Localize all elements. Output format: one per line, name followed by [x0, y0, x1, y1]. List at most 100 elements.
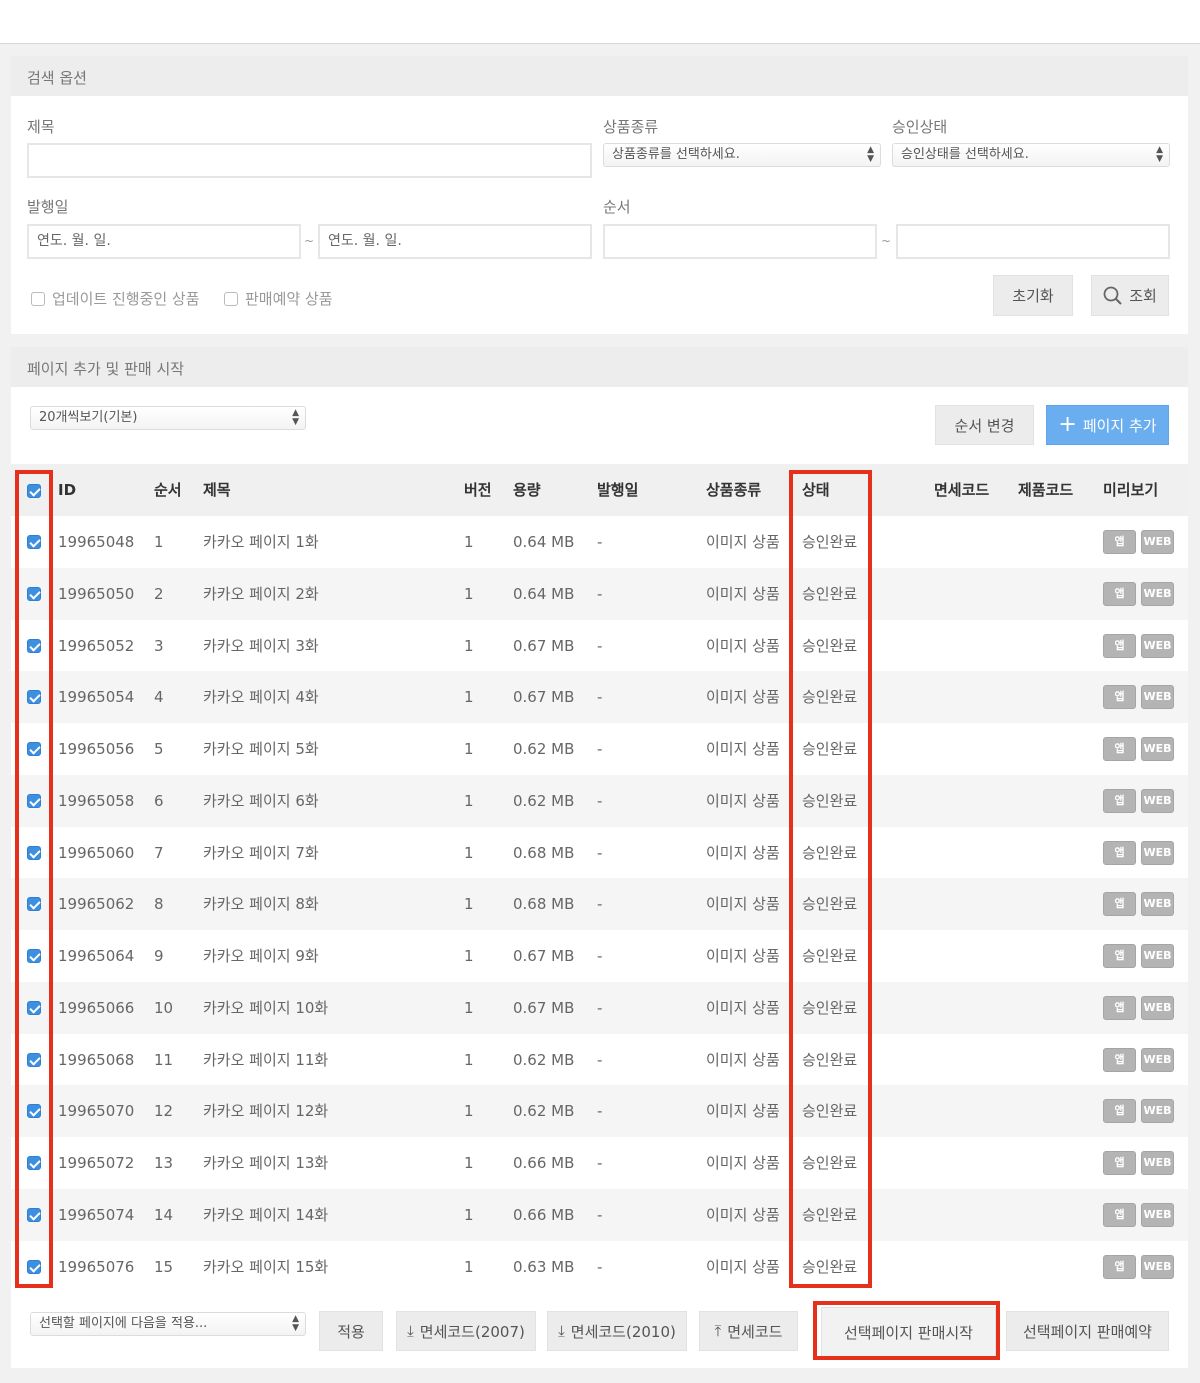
duty-code-2010-button[interactable]: ⤓ 면세코드(2010) [547, 1311, 687, 1351]
duty-code-2007-button[interactable]: ⤓ 면세코드(2007) [396, 1311, 536, 1351]
table-row[interactable]: 19965050 2 카카오 페이지 2화 1 0.64 MB - 이미지 상품 승인완료 앱 W… [11, 567, 1188, 620]
preview-app-button[interactable]: 앱 [1103, 1202, 1136, 1227]
search-button[interactable]: 조회 [1091, 275, 1169, 316]
duty-code-upload-button[interactable]: ⤒ 면세코드 [699, 1311, 798, 1351]
cell-order: 1 [154, 533, 164, 551]
preview-web-button[interactable]: WEB [1141, 995, 1174, 1020]
apply-button[interactable]: 적용 [319, 1311, 383, 1351]
duty-code-2010-label: 면세코드(2010) [570, 1322, 676, 1341]
cell-title[interactable]: 카카오 페이지 4화 [203, 671, 319, 723]
preview-web-button[interactable]: WEB [1141, 1047, 1174, 1072]
cell-version: 1 [464, 843, 474, 862]
preview-app-button[interactable]: 앱 [1103, 788, 1136, 813]
table-row[interactable]: 19965058 6 카카오 페이지 6화 1 0.62 MB - 이미지 상품 승인완료 앱 W… [11, 774, 1188, 827]
preview-app-button[interactable]: 앱 [1103, 892, 1136, 917]
preview-web-button[interactable]: WEB [1141, 1099, 1174, 1124]
preview-app-button[interactable]: 앱 [1103, 1047, 1136, 1072]
cell-title[interactable]: 카카오 페이지 6화 [203, 775, 319, 827]
cell-size: 0.67 MB [513, 688, 575, 707]
per-page-select[interactable]: 20개씩보기(기본) ▲ ▼ [30, 406, 306, 430]
reserved-products-option[interactable]: 판매예약 상품 [224, 288, 333, 309]
preview-app-button[interactable]: 앱 [1103, 1151, 1136, 1175]
cell-pubdate: - [597, 688, 603, 707]
table-row[interactable]: 19965048 1 카카오 페이지 1화 1 0.64 MB - 이미지 상품 승인완료 앱 W… [11, 516, 1188, 568]
product-type-select[interactable]: 상품종류를 선택하세요. ▲ ▼ [603, 143, 881, 167]
cell-title[interactable]: 카카오 페이지 10화 [203, 982, 328, 1034]
pubdate-end-input[interactable]: 연도. 월. 일. [318, 224, 592, 259]
reset-button[interactable]: 초기화 [993, 275, 1073, 316]
table-row[interactable]: 19965074 14 카카오 페이지 14화 1 0.66 MB - 이미지 상품 승인완료… [11, 1188, 1188, 1241]
table-row[interactable]: 19965066 10 카카오 페이지 10화 1 0.67 MB - 이미지 상품 승인완료… [11, 981, 1188, 1034]
header-version[interactable]: 버전 [464, 464, 492, 516]
preview-web-button[interactable]: WEB [1141, 892, 1174, 917]
preview-app-button[interactable]: 앱 [1103, 944, 1136, 968]
cell-title[interactable]: 카카오 페이지 14화 [203, 1189, 328, 1241]
preview-app-button[interactable]: 앱 [1103, 685, 1136, 710]
preview-app-button[interactable]: 앱 [1103, 530, 1136, 554]
order-end-input[interactable] [896, 224, 1170, 259]
header-id[interactable]: ID [58, 464, 76, 516]
preview-web-button[interactable]: WEB [1141, 944, 1174, 968]
cell-title[interactable]: 카카오 페이지 13화 [203, 1137, 328, 1189]
table-row[interactable]: 19965052 3 카카오 페이지 3화 1 0.67 MB - 이미지 상품 승인완료 앱 W… [11, 619, 1188, 672]
preview-app-button[interactable]: 앱 [1103, 1099, 1136, 1124]
table-row[interactable]: 19965054 4 카카오 페이지 4화 1 0.67 MB - 이미지 상품 승인완료 앱 W… [11, 671, 1188, 724]
pubdate-start-input[interactable]: 연도. 월. 일. [27, 224, 301, 259]
preview-app-button[interactable]: 앱 [1103, 581, 1136, 606]
cell-title[interactable]: 카카오 페이지 15화 [203, 1241, 328, 1293]
preview-web-button[interactable]: WEB [1141, 633, 1174, 658]
title-input[interactable] [27, 143, 592, 178]
cell-size: 0.66 MB [513, 1205, 575, 1224]
cell-id: 19965058 [58, 791, 135, 810]
table-row[interactable]: 19965072 13 카카오 페이지 13화 1 0.66 MB - 이미지 상품 승인완료… [11, 1137, 1188, 1189]
reorder-button[interactable]: 순서 변경 [935, 405, 1034, 445]
preview-web-button[interactable]: WEB [1141, 840, 1174, 865]
preview-web-button[interactable]: WEB [1141, 1151, 1174, 1175]
updating-products-checkbox[interactable] [31, 291, 45, 306]
table-row[interactable]: 19965062 8 카카오 페이지 8화 1 0.68 MB - 이미지 상품 승인완료 앱 W… [11, 878, 1188, 931]
order-start-input[interactable] [603, 224, 877, 259]
bulk-action-select[interactable]: 선택할 페이지에 다음을 적용... ▲ ▼ [30, 1312, 306, 1336]
cell-id: 19965054 [58, 688, 135, 707]
header-title[interactable]: 제목 [203, 464, 231, 516]
reserve-sale-button[interactable]: 선택페이지 판매예약 [1006, 1311, 1169, 1351]
preview-web-button[interactable]: WEB [1141, 685, 1174, 710]
preview-web-button[interactable]: WEB [1141, 1254, 1174, 1279]
table-row[interactable]: 19965064 9 카카오 페이지 9화 1 0.67 MB - 이미지 상품 승인완료 앱 W… [11, 930, 1188, 982]
cell-title[interactable]: 카카오 페이지 11화 [203, 1034, 328, 1086]
table-row[interactable]: 19965070 12 카카오 페이지 12화 1 0.62 MB - 이미지 상품 승인완료… [11, 1085, 1188, 1138]
preview-web-button[interactable]: WEB [1141, 1202, 1174, 1227]
header-duty-code[interactable]: 면세코드 [934, 464, 989, 516]
add-page-button[interactable]: + 페이지 추가 [1046, 405, 1169, 445]
table-row[interactable]: 19965056 5 카카오 페이지 5화 1 0.62 MB - 이미지 상품 승인완료 앱 W… [11, 723, 1188, 775]
cell-title[interactable]: 카카오 페이지 5화 [203, 723, 319, 775]
preview-app-button[interactable]: 앱 [1103, 1254, 1136, 1279]
header-type[interactable]: 상품종류 [706, 464, 761, 516]
updating-products-option[interactable]: 업데이트 진행중인 상품 [31, 288, 200, 309]
header-product-code[interactable]: 제품코드 [1018, 464, 1073, 516]
table-row[interactable]: 19965076 15 카카오 페이지 15화 1 0.63 MB - 이미지 상품 승인완료… [11, 1240, 1188, 1293]
header-order[interactable]: 순서 [154, 464, 182, 516]
cell-title[interactable]: 카카오 페이지 1화 [203, 516, 319, 568]
preview-web-button[interactable]: WEB [1141, 737, 1174, 761]
preview-app-button[interactable]: 앱 [1103, 737, 1136, 761]
preview-web-button[interactable]: WEB [1141, 788, 1174, 813]
header-size[interactable]: 용량 [513, 464, 541, 516]
preview-web-button[interactable]: WEB [1141, 530, 1174, 554]
header-pubdate[interactable]: 발행일 [597, 464, 638, 516]
preview-app-button[interactable]: 앱 [1103, 840, 1136, 865]
approval-select[interactable]: 승인상태를 선택하세요. ▲ ▼ [892, 143, 1170, 167]
cell-title[interactable]: 카카오 페이지 3화 [203, 620, 319, 672]
preview-app-button[interactable]: 앱 [1103, 633, 1136, 658]
table-row[interactable]: 19965068 11 카카오 페이지 11화 1 0.62 MB - 이미지 상품 승인완료… [11, 1033, 1188, 1086]
table-row[interactable]: 19965060 7 카카오 페이지 7화 1 0.68 MB - 이미지 상품 승인완료 앱 W… [11, 826, 1188, 879]
preview-app-button[interactable]: 앱 [1103, 995, 1136, 1020]
cell-title[interactable]: 카카오 페이지 7화 [203, 827, 319, 879]
reserved-products-checkbox[interactable] [224, 291, 238, 306]
preview-web-button[interactable]: WEB [1141, 581, 1174, 606]
cell-title[interactable]: 카카오 페이지 8화 [203, 878, 319, 930]
order-range-tilde: ~ [881, 234, 892, 248]
cell-title[interactable]: 카카오 페이지 12화 [203, 1085, 328, 1137]
cell-title[interactable]: 카카오 페이지 9화 [203, 930, 319, 982]
cell-title[interactable]: 카카오 페이지 2화 [203, 568, 319, 620]
